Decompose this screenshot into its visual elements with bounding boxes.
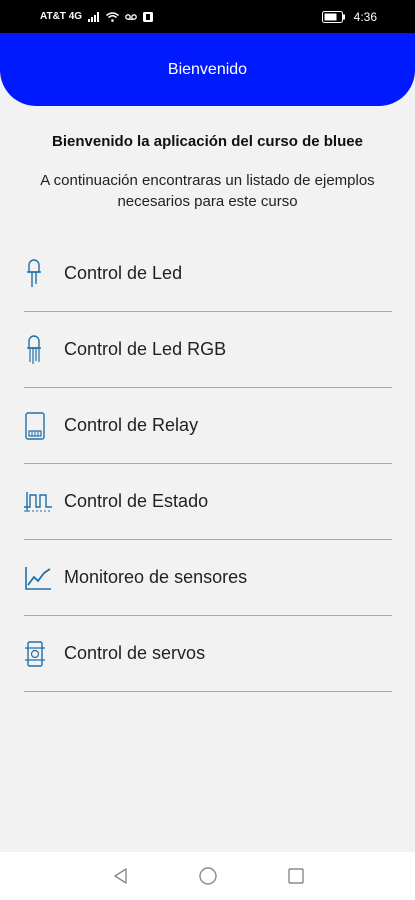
menu-item-label: Control de servos [64, 643, 206, 663]
status-left: AT&T 4G [40, 11, 154, 22]
header-title: Bienvenido [167, 60, 248, 78]
carrier-label: AT&T 4G [40, 11, 83, 22]
intro-title: Bienvenido la aplicación del curso de bl… [52, 133, 363, 150]
back-icon[interactable] [109, 865, 131, 887]
navigation-bar [0, 852, 415, 900]
status-bar: AT&T 4G 4:36 [0, 0, 415, 33]
battery-icon [321, 10, 345, 23]
home-icon[interactable] [197, 865, 219, 887]
clock: 4:36 [353, 9, 377, 24]
relay-icon [24, 410, 52, 442]
menu-item-control-led[interactable]: Control de Led [24, 236, 392, 312]
app-header: Bienvenido [0, 33, 415, 106]
servo-icon [24, 638, 52, 670]
voicemail-icon [125, 13, 137, 20]
recents-icon[interactable] [285, 865, 307, 887]
menu-item-label: Control de Led RGB [64, 339, 227, 359]
wifi-icon [106, 11, 120, 22]
led-icon [24, 258, 52, 290]
menu-item-label: Monitoreo de sensores [64, 567, 248, 587]
examples-menu: Control de Led Control de Led RGB Contro… [24, 236, 392, 692]
menu-item-control-estado[interactable]: Control de Estado [24, 464, 392, 540]
led-rgb-icon [24, 334, 52, 366]
menu-item-control-servos[interactable]: Control de servos [24, 616, 392, 692]
notification-icon [143, 11, 154, 22]
intro-description: A continuación encontraras un listado de… [40, 172, 375, 210]
menu-item-label: Control de Led [64, 263, 183, 283]
menu-item-control-led-rgb[interactable]: Control de Led RGB [24, 312, 392, 388]
state-wave-icon [24, 486, 52, 518]
chart-line-icon [24, 562, 52, 594]
menu-item-control-relay[interactable]: Control de Relay [24, 388, 392, 464]
menu-item-label: Control de Relay [64, 415, 199, 435]
status-right: 4:36 [321, 9, 377, 24]
signal-icon [88, 11, 100, 22]
menu-item-label: Control de Estado [64, 491, 209, 511]
menu-item-monitoreo-sensores[interactable]: Monitoreo de sensores [24, 540, 392, 616]
